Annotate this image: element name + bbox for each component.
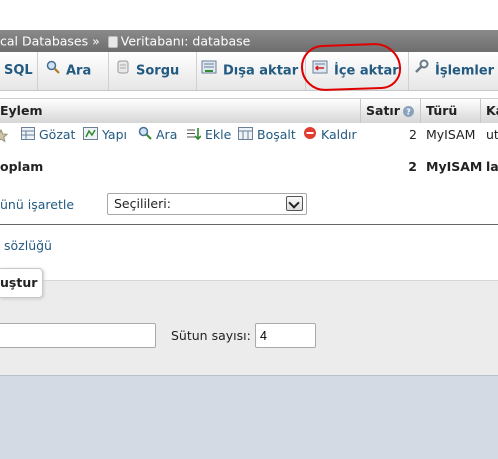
header-satir[interactable]: Satır: [366, 99, 400, 123]
breadcrumb-server[interactable]: cal Databases: [0, 34, 88, 49]
total-rows: 2: [408, 159, 417, 174]
tab-search[interactable]: Ara: [38, 52, 109, 90]
tab-bar: SQL Ara Sorgu Dışa aktar İçe aktar İşlem…: [0, 52, 498, 91]
help-icon[interactable]: ?: [402, 99, 415, 123]
tab-search-label: Ara: [66, 63, 92, 79]
tab-operations-label: İşlemler: [435, 63, 495, 79]
table-name-input[interactable]: [0, 323, 156, 348]
chevron-down-icon[interactable]: [286, 196, 303, 211]
highlight-ring: [300, 42, 402, 92]
column-divider: [360, 99, 361, 123]
data-dictionary-link[interactable]: sözlüğü: [4, 238, 52, 253]
search-icon: [138, 124, 152, 148]
header-eylem[interactable]: Eylem: [0, 99, 42, 123]
drop-label: Kaldır: [321, 127, 357, 142]
total-type: MyISAM: [426, 159, 483, 174]
drop-link[interactable]: Kaldır: [303, 123, 357, 147]
breadcrumb-database[interactable]: Veritabanı: database: [121, 34, 251, 49]
tab-export-label: Dışa aktar: [223, 63, 299, 79]
search-label: Ara: [156, 127, 178, 142]
create-table-legend-label: uştur: [0, 275, 38, 290]
empty-link[interactable]: Boşalt: [238, 123, 296, 147]
svg-text:?: ?: [406, 108, 411, 117]
insert-icon: [186, 124, 202, 148]
database-icon: [107, 35, 118, 48]
empty-label: Boşalt: [257, 127, 296, 142]
total-row: oplam 2 MyISAM lat: [0, 152, 498, 183]
column-divider: [480, 99, 481, 123]
divider: [0, 224, 498, 225]
tab-sql-label: SQL: [4, 63, 33, 78]
browse-icon: [21, 124, 35, 148]
wrench-icon: [414, 52, 429, 90]
table-row: Gözat Yapı Ara Ekle Boşalt Kaldır 2 MyIS…: [0, 123, 498, 147]
column-divider: [420, 99, 421, 123]
total-collation: lat: [486, 159, 498, 174]
tab-sql[interactable]: SQL: [0, 52, 38, 90]
structure-link[interactable]: Yapı: [83, 123, 127, 147]
columns-label: Sütun sayısı:: [171, 328, 251, 343]
export-icon: [201, 52, 217, 90]
table-header: Eylem Satır ? Türü Ka: [0, 98, 498, 124]
row-collation: utf: [486, 127, 498, 142]
header-turu[interactable]: Türü: [426, 99, 457, 123]
search-link[interactable]: Ara: [138, 123, 177, 147]
insert-link[interactable]: Ekle: [186, 123, 231, 147]
with-selected-dropdown[interactable]: Seçilileri:: [107, 193, 307, 215]
create-table-fieldset: Sütun sayısı:: [0, 280, 498, 376]
row-count: 2: [409, 127, 417, 142]
structure-icon: [83, 124, 98, 148]
footer-panel: [0, 375, 498, 459]
browse-label: Gözat: [39, 127, 76, 142]
browse-link[interactable]: Gözat: [21, 123, 75, 147]
tab-export[interactable]: Dışa aktar: [194, 52, 306, 90]
breadcrumb-separator: »: [92, 33, 100, 49]
header-collation[interactable]: Ka: [486, 99, 498, 123]
drop-icon: [303, 124, 317, 148]
check-all-link[interactable]: ünü işaretle: [0, 190, 74, 220]
breadcrumb: cal Databases » Veritabanı: database: [0, 30, 498, 52]
insert-label: Ekle: [205, 127, 232, 142]
columns-count-input[interactable]: [255, 323, 316, 348]
row-type: MyISAM: [426, 127, 476, 142]
tab-query[interactable]: Sorgu: [108, 52, 197, 90]
top-strip: [0, 0, 498, 30]
with-selected-value: Seçilileri:: [114, 196, 171, 211]
favorite-star-icon[interactable]: [0, 123, 9, 147]
tab-operations[interactable]: İşlemler: [406, 52, 498, 90]
total-label: oplam: [0, 159, 44, 174]
create-table-legend: uştur: [0, 268, 43, 298]
bulk-actions: ünü işaretle Seçilileri:: [0, 190, 498, 222]
structure-label: Yapı: [102, 127, 127, 142]
query-icon: [116, 52, 130, 90]
search-icon: [46, 52, 60, 90]
empty-table-icon: [238, 124, 253, 148]
tab-query-label: Sorgu: [136, 63, 180, 79]
